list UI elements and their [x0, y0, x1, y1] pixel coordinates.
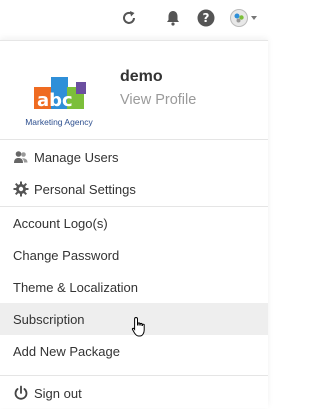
menu-item-label: Theme & Localization	[13, 279, 139, 295]
sign-out-button[interactable]: Sign out	[0, 377, 268, 409]
logo-tagline: Marketing Agency	[25, 117, 93, 127]
menu-item-add-new-package[interactable]: Add New Package	[0, 335, 268, 367]
power-icon	[13, 385, 29, 401]
refresh-icon[interactable]	[119, 8, 139, 28]
hand-cursor-icon	[131, 316, 149, 338]
logo-text: abc	[37, 90, 73, 111]
menu-item-personal-settings[interactable]: Personal Settings	[0, 173, 268, 205]
divider	[0, 375, 268, 376]
user-dropdown-menu: abc Marketing Agency demo View Profile M…	[0, 40, 268, 408]
bell-icon[interactable]	[163, 8, 183, 28]
avatar-menu-toggle[interactable]	[229, 8, 259, 28]
username: demo	[120, 68, 163, 85]
menu-item-label: Change Password	[13, 247, 120, 263]
menu-item-label: Manage Users	[34, 149, 119, 165]
help-icon[interactable]: ?	[196, 8, 216, 28]
menu-item-label: Personal Settings	[34, 181, 136, 197]
menu-item-label: Add New Package	[13, 343, 120, 359]
menu-item-manage-users[interactable]: Manage Users	[0, 141, 268, 173]
menu-item-label: Subscription	[13, 311, 85, 327]
users-icon	[13, 149, 29, 165]
view-profile-link[interactable]: View Profile	[120, 92, 196, 108]
gear-icon	[13, 181, 29, 197]
profile-header: abc Marketing Agency demo View Profile	[0, 41, 268, 140]
svg-text:?: ?	[203, 11, 210, 25]
menu-item-label: Account Logo(s)	[13, 215, 108, 231]
top-bar: ?	[0, 0, 268, 40]
sign-out-label: Sign out	[34, 385, 82, 401]
menu-item-account-logos[interactable]: Account Logo(s)	[0, 207, 268, 239]
company-logo: abc Marketing Agency	[18, 65, 100, 129]
menu-item-theme-localization[interactable]: Theme & Localization	[0, 271, 268, 303]
menu-item-change-password[interactable]: Change Password	[0, 239, 268, 271]
